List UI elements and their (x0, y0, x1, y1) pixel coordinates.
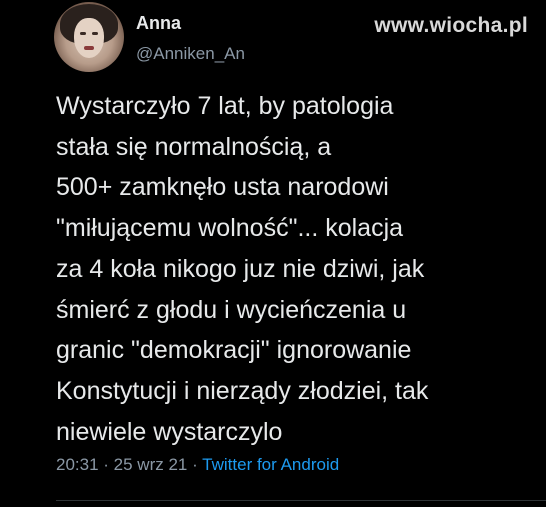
avatar-lips (84, 46, 94, 50)
tweet-meta: 20:31 · 25 wrz 21 · Twitter for Android (56, 455, 339, 475)
avatar-eye-right (92, 32, 98, 35)
author-handle[interactable]: @Anniken_An (136, 44, 245, 64)
meta-separator: · (187, 455, 203, 474)
tweet-text-line: "miłującemu wolność"... kolacja (56, 214, 404, 243)
author-display-name[interactable]: Anna (136, 13, 181, 34)
watermark: www.wiocha.pl (374, 14, 528, 37)
avatar-eye-left (80, 32, 86, 35)
tweet-date[interactable]: 25 wrz 21 (114, 455, 188, 474)
tweet-text-line: stała się normalnością, a (56, 132, 332, 161)
meta-separator: · (98, 455, 114, 474)
tweet-time[interactable]: 20:31 (56, 455, 99, 474)
tweet-text-line: niewiele wystarczylo (56, 417, 283, 446)
tweet-text-line: Wystarczyło 7 lat, by patologia (56, 92, 394, 120)
divider (56, 500, 546, 501)
tweet-text: Wystarczyło 7 lat, by patologia stała si… (56, 86, 536, 452)
tweet-source-link[interactable]: Twitter for Android (202, 455, 339, 474)
tweet-text-line: śmierć z głodu i wycieńczenia u (56, 295, 407, 324)
avatar[interactable] (54, 2, 124, 72)
tweet-text-line: Konstytucji i nierządy złodziei, tak (56, 376, 429, 405)
tweet-text-line: za 4 koła nikogo juz nie dziwi, jak (56, 254, 425, 283)
tweet-text-line: granic "demokracji" ignorowanie (56, 336, 412, 365)
tweet-card: Anna @Anniken_An www.wiocha.pl Wystarczy… (0, 0, 546, 507)
avatar-face (74, 18, 104, 58)
tweet-text-line: 500+ zamknęło usta narodowi (56, 173, 389, 202)
